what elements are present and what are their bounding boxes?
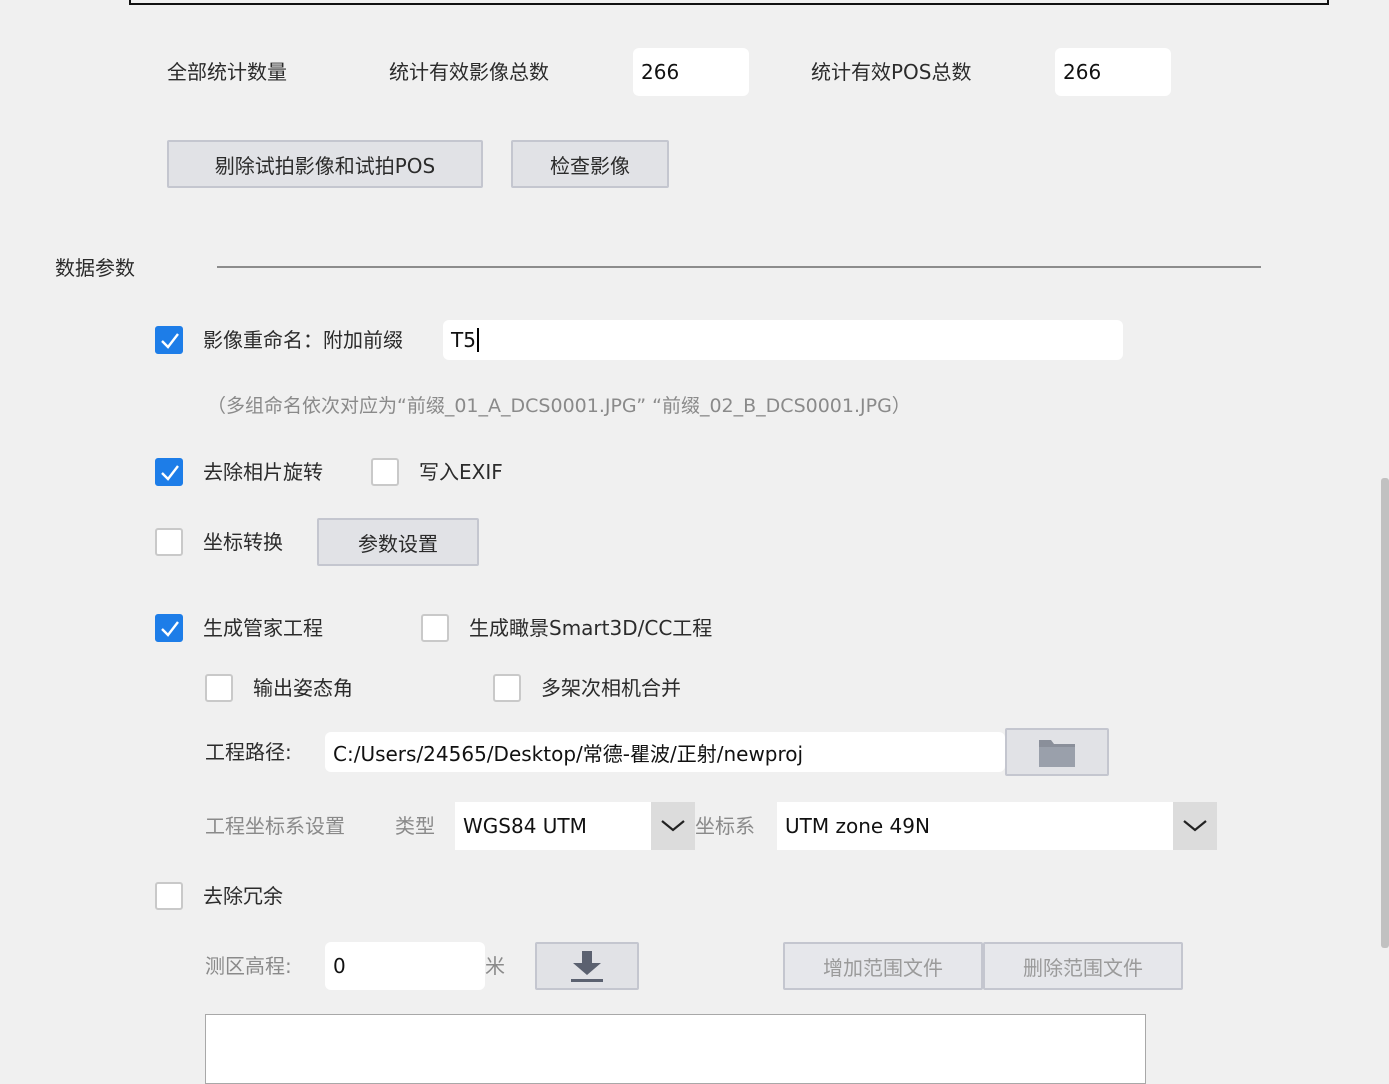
merge-flights-checkbox[interactable] <box>493 674 521 702</box>
top-frame <box>129 0 1329 5</box>
coord-convert-label: 坐标转换 <box>203 530 283 554</box>
remove-test-shots-button[interactable]: 剔除试拍影像和试拍POS <box>167 140 483 188</box>
remove-redundancy-label: 去除冗余 <box>203 884 283 908</box>
valid-images-field[interactable]: 266 <box>633 48 749 96</box>
chevron-down-icon[interactable] <box>651 802 695 850</box>
text-caret <box>476 328 479 352</box>
crs-type-select[interactable]: WGS84 UTM <box>455 802 695 850</box>
crs-settings-label: 工程坐标系设置 <box>205 814 345 838</box>
gen-smart3d-checkbox[interactable] <box>421 614 449 642</box>
check-images-button[interactable]: 检查影像 <box>511 140 669 188</box>
merge-flights-label: 多架次相机合并 <box>541 676 681 700</box>
section-title: 数据参数 <box>55 256 135 280</box>
elevation-label: 测区高程: <box>205 954 292 978</box>
scrollbar-thumb[interactable] <box>1381 478 1389 948</box>
rename-label: 影像重命名：附加前缀 <box>203 328 403 352</box>
section-divider <box>217 266 1261 268</box>
rename-checkbox[interactable] <box>155 326 183 354</box>
fetch-elevation-button[interactable] <box>535 942 639 990</box>
rename-prefix-input[interactable]: T5 <box>443 320 1123 360</box>
all-stats-label: 全部统计数量 <box>167 60 287 84</box>
elevation-unit: 米 <box>485 954 505 978</box>
remove-redundancy-checkbox[interactable] <box>155 882 183 910</box>
write-exif-label: 写入EXIF <box>419 460 503 484</box>
browse-folder-button[interactable] <box>1005 728 1109 776</box>
range-file-list[interactable] <box>205 1014 1146 1084</box>
crs-type-value: WGS84 UTM <box>463 814 587 838</box>
coord-convert-checkbox[interactable] <box>155 528 183 556</box>
valid-images-label: 统计有效影像总数 <box>389 60 549 84</box>
remove-rotation-label: 去除相片旋转 <box>203 460 323 484</box>
chevron-down-icon[interactable] <box>1173 802 1217 850</box>
folder-icon <box>1039 740 1075 767</box>
elevation-input[interactable]: 0 <box>325 942 485 990</box>
output-attitude-checkbox[interactable] <box>205 674 233 702</box>
crs-system-value: UTM zone 49N <box>785 814 930 838</box>
add-range-file-button[interactable]: 增加范围文件 <box>783 942 983 990</box>
rename-hint: （多组命名依次对应为“前缀_01_A_DCS0001.JPG” “前缀_02_B… <box>207 395 911 417</box>
gen-smart3d-label: 生成瞰景Smart3D/CC工程 <box>469 616 713 640</box>
param-settings-button[interactable]: 参数设置 <box>317 518 479 566</box>
valid-pos-field[interactable]: 266 <box>1055 48 1171 96</box>
crs-system-label: 坐标系 <box>695 814 755 838</box>
gen-manager-project-label: 生成管家工程 <box>203 616 323 640</box>
crs-system-select[interactable]: UTM zone 49N <box>777 802 1217 850</box>
download-icon <box>571 951 603 982</box>
gen-manager-project-checkbox[interactable] <box>155 614 183 642</box>
output-attitude-label: 输出姿态角 <box>253 676 353 700</box>
write-exif-checkbox[interactable] <box>371 458 399 486</box>
remove-range-file-button[interactable]: 删除范围文件 <box>983 942 1183 990</box>
project-path-label: 工程路径: <box>205 740 292 764</box>
rename-prefix-value: T5 <box>451 328 476 352</box>
project-path-input[interactable]: C:/Users/24565/Desktop/常德-瞿波/正射/newproj <box>325 732 1005 772</box>
crs-type-label: 类型 <box>395 814 435 838</box>
valid-pos-label: 统计有效POS总数 <box>811 60 972 84</box>
remove-rotation-checkbox[interactable] <box>155 458 183 486</box>
